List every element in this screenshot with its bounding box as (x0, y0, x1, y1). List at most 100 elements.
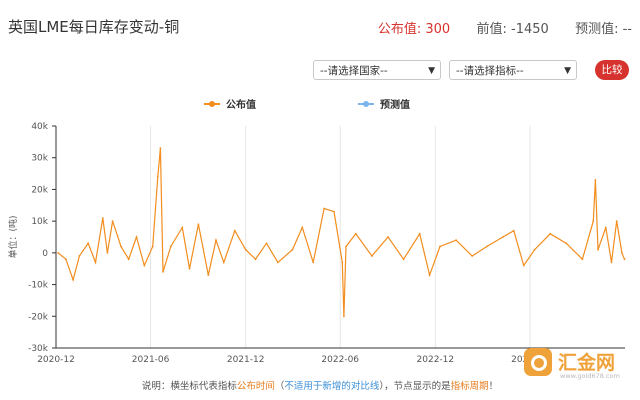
data-point (502, 236, 504, 238)
data-point (156, 175, 159, 178)
data-point (188, 267, 191, 270)
data-point (162, 271, 164, 273)
data-point (120, 245, 122, 248)
x-tick-label: 2021-12 (227, 355, 265, 365)
data-point (512, 229, 515, 232)
published-value: 300 (425, 22, 451, 37)
forecast-label: 预测值: (575, 22, 619, 37)
data-point (471, 255, 474, 257)
data-point (254, 258, 257, 261)
data-point (106, 252, 109, 254)
data-point (455, 239, 457, 242)
data-point (127, 258, 130, 261)
data-point (533, 248, 536, 251)
data-point (215, 239, 217, 242)
indicator-select[interactable]: --请选择指标-- ▼ (449, 60, 577, 80)
data-point (354, 232, 357, 235)
data-point (387, 236, 389, 238)
data-point (371, 255, 373, 257)
data-point (522, 264, 525, 267)
header: 英国LME每日库存变动-铜 公布值: 300 前值: -1450 预测值: -- (0, 0, 640, 52)
footer-paren-close: ），节点显示的是 (379, 381, 451, 392)
footer-suffix: ！ (488, 381, 499, 392)
data-point (181, 226, 184, 229)
data-point (594, 179, 597, 181)
watermark-logo: 汇金网 www.gold678.com (520, 346, 632, 386)
data-point (222, 261, 225, 264)
data-point (610, 261, 613, 264)
chart: 公布值 预测值 2020-12 2021-06 2021-12 2022-06 2022-… (7, 98, 626, 365)
data-point (101, 217, 104, 219)
y-axis-label: 单位：(吨) (7, 215, 19, 258)
series-line-0 (57, 148, 626, 317)
y-tick-label: 10k (31, 217, 48, 227)
data-point (592, 220, 595, 223)
data-point (341, 261, 344, 264)
data-point (343, 315, 345, 318)
previous-label: 前值: (476, 22, 507, 37)
chart-axes: 2020-122021-062021-122022-062022-122023-… (7, 122, 625, 365)
stats-bar: 公布值: 300 前值: -1450 预测值: -- (378, 18, 632, 37)
legend-entry: 预测值 (380, 98, 410, 111)
legend-swatch-dot (209, 101, 215, 107)
footer-period: 指标周期 (450, 381, 489, 392)
y-tick-label: 0 (42, 249, 48, 259)
indicator-select-value: --请选择指标-- (456, 65, 524, 77)
data-point (428, 274, 431, 276)
data-point (169, 245, 172, 248)
data-point (604, 226, 607, 229)
data-point (312, 261, 315, 264)
data-point (597, 248, 599, 251)
x-tick-label: 2021-06 (132, 355, 170, 365)
data-point (244, 248, 247, 251)
chart-grid (55, 126, 531, 348)
compare-button[interactable]: 比较 (595, 60, 629, 80)
y-tick-label: -20k (28, 312, 49, 322)
data-point (333, 210, 335, 213)
country-select[interactable]: --请选择国家-- ▼ (313, 60, 441, 80)
data-point (72, 278, 74, 281)
previous-value: -1450 (511, 22, 549, 37)
chart-legend[interactable]: 公布值 预测值 (204, 98, 410, 111)
data-point (94, 261, 97, 264)
watermark-text: 汇金网 (558, 352, 616, 374)
data-point (143, 264, 146, 267)
data-point (581, 258, 584, 261)
data-point (565, 242, 568, 245)
footer-pub-time: 公布时间 (236, 381, 275, 392)
footer-prefix: 说明：横坐标代表指标 (141, 381, 237, 392)
data-point (233, 229, 236, 232)
x-tick-label: 2022-12 (417, 355, 455, 365)
legend-entry: 公布值 (226, 98, 256, 111)
data-point (345, 245, 347, 248)
chevron-down-icon: ▼ (564, 66, 571, 76)
data-point (197, 223, 200, 226)
chevron-down-icon: ▼ (428, 66, 435, 76)
y-tick-label: -10k (28, 281, 49, 291)
data-point (418, 232, 421, 235)
data-point (485, 245, 488, 248)
data-point (621, 252, 623, 254)
country-select-value: --请选择国家-- (320, 65, 388, 77)
y-tick-label: 40k (31, 122, 48, 132)
data-point (301, 226, 304, 229)
data-point (549, 232, 552, 235)
data-point (207, 274, 210, 276)
data-point (323, 207, 325, 210)
forecast-value: -- (622, 22, 632, 37)
footer-note-link: 不适用于新增的对比线 (284, 381, 380, 392)
y-tick-label: -30k (28, 344, 49, 354)
data-point (439, 245, 441, 248)
data-point (265, 242, 268, 245)
x-tick-label: 2020-12 (37, 355, 75, 365)
page-title: 英国LME每日库存变动-铜 (8, 18, 180, 36)
data-point (615, 220, 618, 223)
data-point (623, 258, 626, 261)
data-point (402, 258, 405, 261)
data-point (151, 245, 154, 248)
data-point (65, 258, 67, 261)
footer-paren-open: （ (274, 381, 285, 392)
data-point (291, 248, 294, 251)
data-point (277, 261, 279, 264)
data-point (57, 252, 59, 254)
